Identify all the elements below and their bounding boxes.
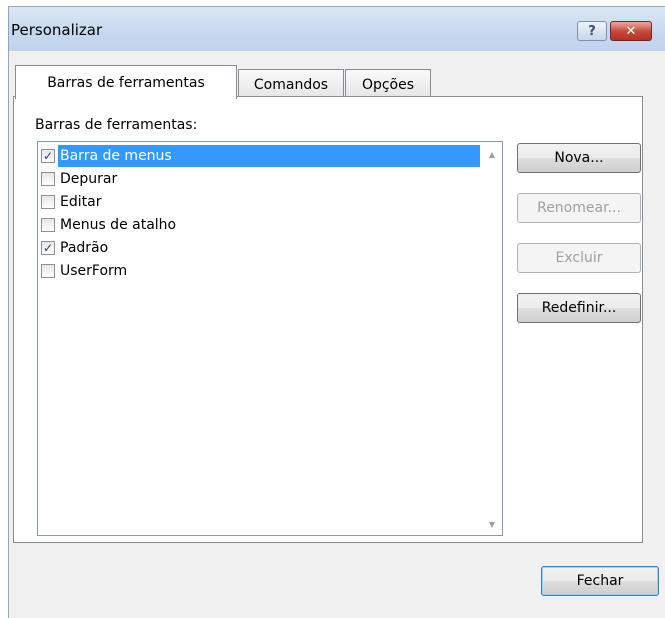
checkbox-userform[interactable] (41, 263, 55, 278)
list-item-padrao[interactable]: ✓ Padrão (40, 236, 480, 259)
new-toolbar-button-label: Nova... (554, 150, 604, 166)
list-item-userform[interactable]: UserForm (40, 259, 480, 282)
tab-options-label: Opções (361, 76, 415, 93)
window-close-button[interactable]: ✕ (610, 21, 652, 41)
list-item-editar[interactable]: Editar (40, 190, 480, 213)
toolbars-list-label: Barras de ferramentas: (35, 117, 198, 133)
tab-toolbars[interactable]: Barras de ferramentas (15, 65, 237, 99)
scroll-down-arrow-icon[interactable]: ▼ (486, 520, 498, 529)
checkbox-padrao[interactable]: ✓ (41, 240, 55, 255)
checkbox-editar[interactable] (41, 194, 55, 209)
tab-commands[interactable]: Comandos (238, 69, 344, 99)
list-item-barra-de-menus[interactable]: ✓ Barra de menus (40, 144, 480, 167)
list-item-label: Padrão (60, 239, 109, 256)
checkmark-icon: ✓ (42, 148, 54, 163)
tab-commands-label: Comandos (253, 76, 329, 93)
checkbox-barra-de-menus[interactable]: ✓ (41, 148, 55, 163)
close-icon: ✕ (625, 23, 637, 39)
list-item-depurar[interactable]: Depurar (40, 167, 480, 190)
checkbox-depurar[interactable] (41, 171, 55, 186)
checkmark-icon: ✓ (42, 240, 54, 255)
checkbox-menus-de-atalho[interactable] (41, 217, 55, 232)
reset-toolbar-button-label: Redefinir... (541, 300, 617, 316)
tab-options[interactable]: Opções (345, 69, 431, 99)
reset-toolbar-button[interactable]: Redefinir... (517, 293, 641, 323)
help-icon: ? (588, 23, 596, 39)
rename-toolbar-button[interactable]: Renomear... (517, 193, 641, 223)
title-bar[interactable]: Personalizar ? ✕ (9, 7, 665, 51)
rename-toolbar-button-label: Renomear... (537, 200, 621, 216)
list-item-label: Editar (60, 193, 102, 210)
delete-toolbar-button-label: Excluir (555, 250, 603, 266)
list-item-label: Menus de atalho (60, 216, 177, 233)
window-title: Personalizar (11, 21, 103, 39)
list-item-label: UserForm (60, 262, 128, 279)
scroll-up-arrow-icon[interactable]: ▲ (486, 150, 498, 159)
close-dialog-button-label: Fechar (576, 573, 624, 589)
new-toolbar-button[interactable]: Nova... (517, 143, 641, 173)
close-dialog-button[interactable]: Fechar (541, 566, 659, 596)
list-item-menus-de-atalho[interactable]: Menus de atalho (40, 213, 480, 236)
tab-toolbars-label: Barras de ferramentas (47, 74, 205, 91)
list-item-label: Depurar (60, 170, 118, 187)
list-item-label: Barra de menus (58, 144, 480, 167)
delete-toolbar-button[interactable]: Excluir (517, 243, 641, 273)
customize-dialog: Personalizar ? ✕ Barras de ferramentas C… (8, 6, 665, 618)
help-button[interactable]: ? (577, 21, 607, 41)
toolbars-listbox[interactable]: ✓ Barra de menus Depurar Editar Menus de… (37, 141, 503, 536)
